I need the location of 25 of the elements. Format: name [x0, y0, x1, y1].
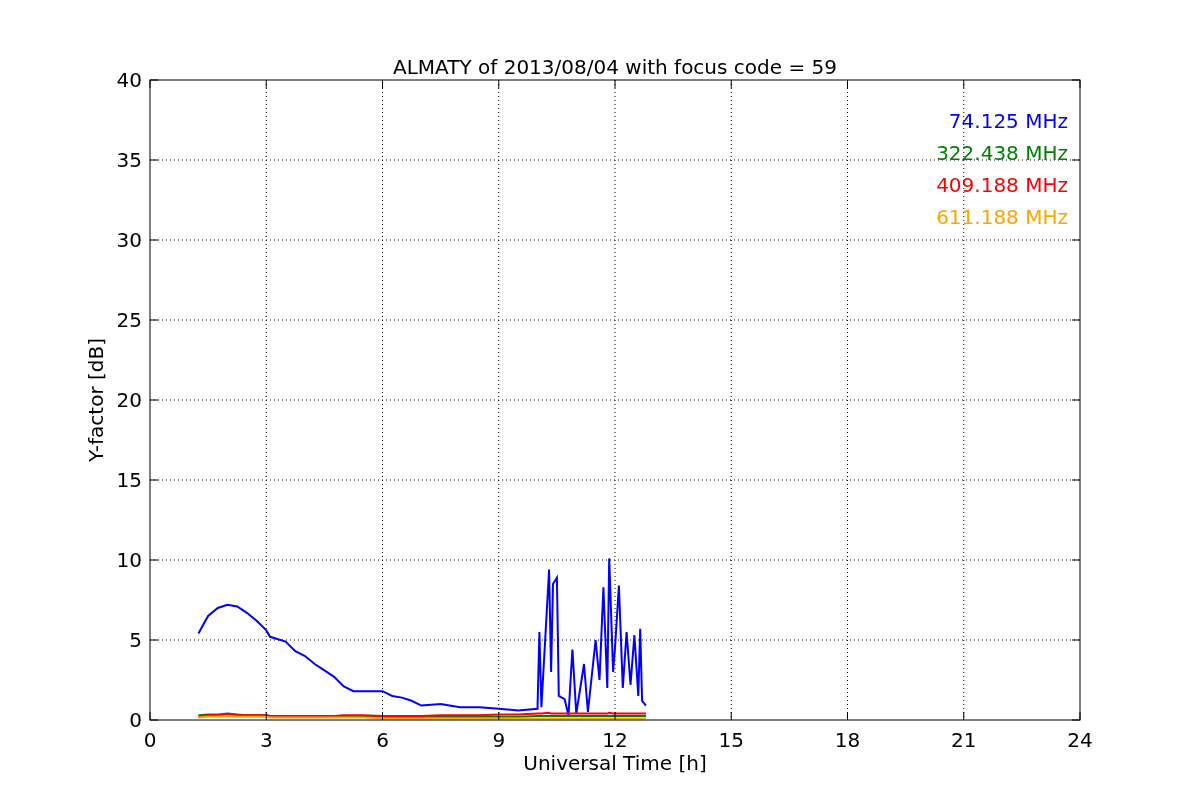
tick-label: 9 [492, 728, 506, 752]
legend-label: 611.188 MHz [936, 205, 1068, 229]
tick-label: 21 [951, 728, 977, 752]
tick-label: 12 [602, 728, 628, 752]
legend-label: 322.438 MHz [936, 141, 1068, 165]
tick-label: 0 [129, 708, 142, 732]
tick-label: 6 [376, 728, 389, 752]
tick-label: 20 [116, 388, 142, 412]
tick-label: 15 [116, 468, 142, 492]
tick-label: 25 [116, 308, 142, 332]
axis-label: Y-factor [dB] [84, 338, 108, 462]
legend-label: 409.188 MHz [936, 173, 1068, 197]
chart-title: ALMATY of 2013/08/04 with focus code = 59 [393, 55, 837, 79]
tick-label: 18 [834, 728, 861, 752]
axis-label: Universal Time [h] [523, 751, 707, 775]
tick-label: 24 [1067, 728, 1093, 752]
tick-label: 40 [116, 68, 142, 92]
tick-label: 35 [116, 148, 142, 172]
legend-label: 74.125 MHz [948, 109, 1068, 133]
tick-label: 5 [129, 628, 142, 652]
tick-label: 10 [116, 548, 142, 572]
tick-label: 15 [718, 728, 744, 752]
tick-label: 0 [143, 728, 157, 752]
tick-label: 30 [116, 228, 142, 252]
tick-label: 3 [259, 728, 273, 752]
